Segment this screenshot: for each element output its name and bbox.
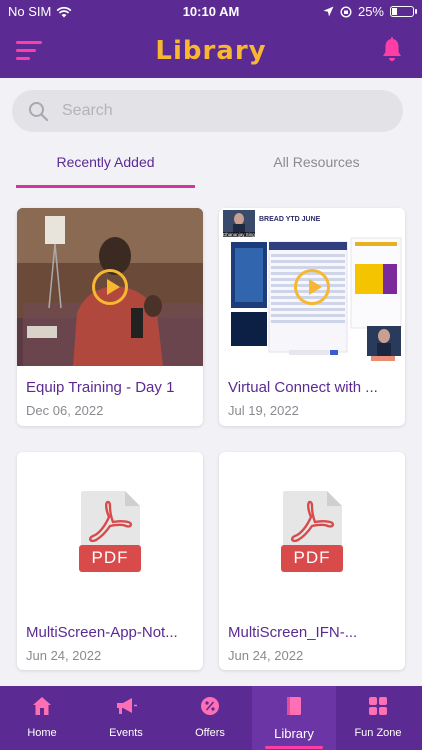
nav-label: Library (274, 726, 314, 741)
page-title: Library (155, 36, 267, 66)
orientation-lock-icon (340, 5, 352, 18)
status-bar: No SIM 10:10 AM 25% (0, 0, 422, 24)
megaphone-icon (117, 698, 137, 714)
item-date: Jul 19, 2022 (228, 403, 299, 418)
item-date: Dec 06, 2022 (26, 403, 104, 418)
item-title: MultiScreen_IFN-... (228, 624, 358, 641)
bottom-nav: Home Events Offers Library Fun Zone (0, 686, 422, 750)
nav-events[interactable]: Events (84, 686, 168, 750)
library-item-card[interactable]: Equip Training - Day 1 Dec 06, 2022 (17, 208, 203, 426)
nav-label: Events (109, 727, 143, 739)
nav-label: Offers (195, 727, 225, 739)
search-icon (29, 102, 48, 121)
library-item-card[interactable]: PDF MultiScreen_IFN-... Jun 24, 2022 (219, 452, 405, 670)
item-date: Jun 24, 2022 (26, 648, 102, 663)
play-icon[interactable] (92, 269, 128, 305)
tab-recently-added[interactable]: Recently Added (16, 140, 195, 188)
library-item-card[interactable]: PDF MultiScreen-App-Not... Jun 24, 2022 (17, 452, 203, 670)
bell-icon[interactable] (380, 37, 404, 63)
app-header: Library (0, 24, 422, 78)
nav-home[interactable]: Home (0, 686, 84, 750)
nav-label: Fun Zone (354, 727, 402, 739)
nav-library[interactable]: Library (252, 686, 336, 750)
nav-offers[interactable]: Offers (168, 686, 252, 750)
item-title: MultiScreen-App-Not... (26, 624, 178, 641)
pdf-badge-label: PDF (293, 548, 331, 567)
slide-heading: BREAD YTD JUNE (259, 216, 321, 223)
nav-label: Home (27, 727, 57, 739)
search-input[interactable] (62, 90, 382, 132)
book-icon (287, 697, 301, 715)
library-item-card[interactable]: BREAD YTD JUNE Dhananjay Singh Virtual C… (219, 208, 405, 426)
search-bar[interactable] (12, 90, 403, 132)
item-date: Jun 24, 2022 (228, 648, 304, 663)
pdf-badge-label: PDF (91, 548, 129, 567)
active-tab-indicator (265, 746, 323, 749)
percent-badge-icon (201, 697, 219, 715)
presenter-label: Dhananjay Singh (223, 232, 258, 237)
grid-icon (369, 697, 387, 715)
battery-fill (392, 8, 397, 15)
home-icon (33, 697, 51, 715)
item-title: Equip Training - Day 1 (26, 379, 175, 396)
nav-fun-zone[interactable]: Fun Zone (336, 686, 420, 750)
battery-icon (390, 6, 417, 17)
battery-percent: 25% (357, 4, 384, 19)
play-icon[interactable] (294, 269, 330, 305)
tab-bar: Recently Added All Resources (0, 140, 422, 190)
status-right: 25% (323, 4, 417, 19)
tab-all-resources[interactable]: All Resources (211, 140, 422, 188)
location-arrow-icon (323, 6, 334, 17)
library-grid: Equip Training - Day 1 Dec 06, 2022 BREA… (0, 190, 422, 686)
item-title: Virtual Connect with ... (228, 379, 378, 396)
